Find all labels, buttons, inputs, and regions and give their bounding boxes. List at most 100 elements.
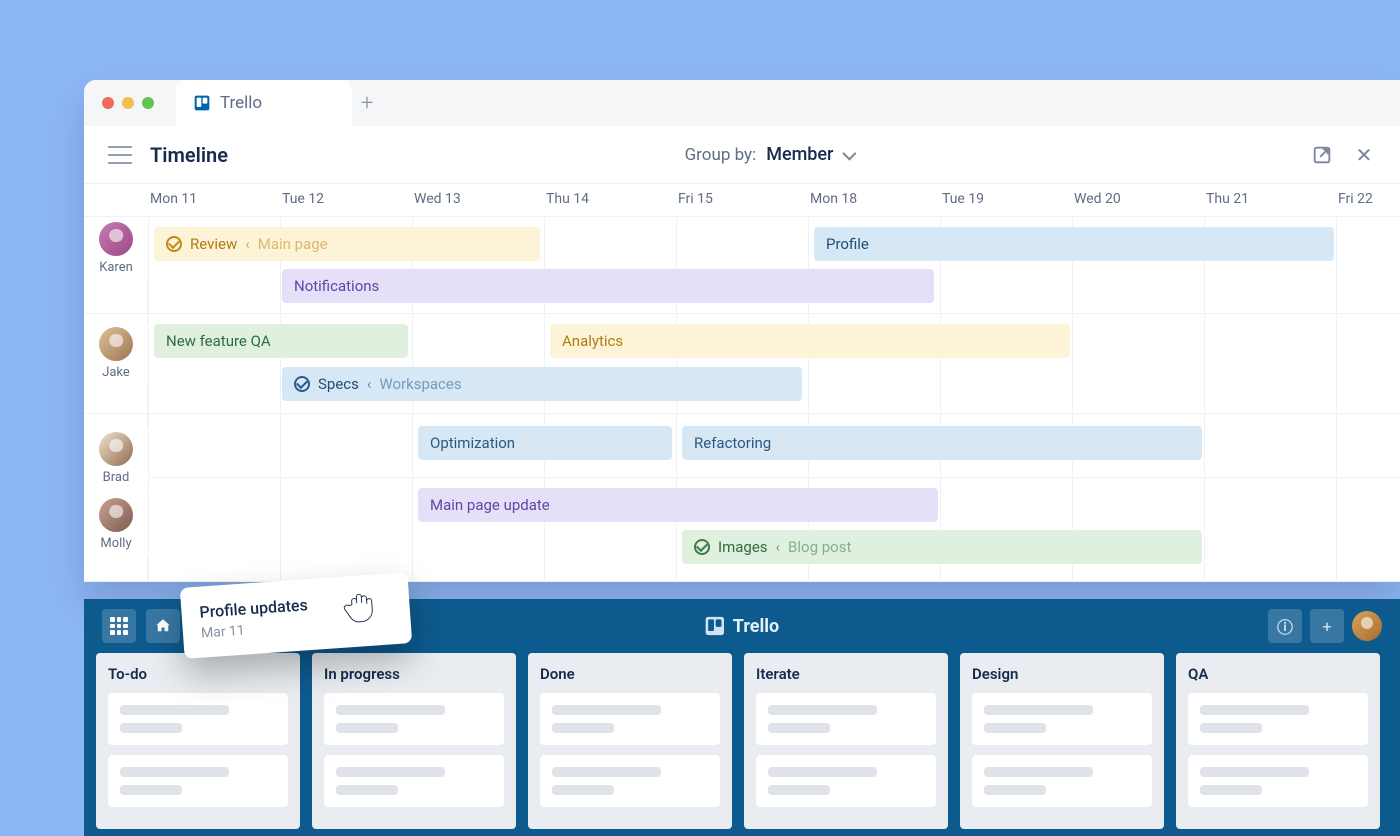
task-title: Analytics <box>562 332 623 350</box>
list-card[interactable] <box>1188 755 1368 807</box>
check-icon <box>694 539 710 555</box>
new-tab-button[interactable]: + <box>352 80 382 126</box>
list-title: QA <box>1188 665 1368 683</box>
avatar-karen <box>99 222 133 256</box>
avatar-molly <box>99 498 133 532</box>
timeline-row: Review ‹ Main page Profile <box>84 216 1400 265</box>
task-bar-new-feature-qa[interactable]: New feature QA <box>154 324 408 358</box>
list-title: To-do <box>108 665 288 683</box>
board-logo-text: Trello <box>733 616 779 637</box>
date-header: Thu 21 <box>1204 191 1336 207</box>
window-zoom-button[interactable] <box>142 97 154 109</box>
apps-button[interactable] <box>102 609 136 643</box>
list-card[interactable] <box>540 693 720 745</box>
board-list-iterate[interactable]: Iterate <box>744 653 948 829</box>
board-list-todo[interactable]: To-do <box>96 653 300 829</box>
avatar-jake <box>99 327 133 361</box>
window-controls <box>102 97 154 109</box>
chevron-left-icon: ‹ <box>245 235 250 253</box>
group-by-label: Group by: <box>685 145 757 165</box>
list-card[interactable] <box>108 693 288 745</box>
timeline-row: New feature QA Analytics <box>84 313 1400 363</box>
list-title: Iterate <box>756 665 936 683</box>
close-panel-button[interactable]: ✕ <box>1352 143 1376 167</box>
task-title: Refactoring <box>694 434 771 452</box>
date-header: Thu 14 <box>544 191 676 207</box>
list-card[interactable] <box>108 755 288 807</box>
browser-window: Trello + Timeline Group by: Member ✕ Mon… <box>84 80 1400 582</box>
list-card[interactable] <box>756 693 936 745</box>
list-title: Done <box>540 665 720 683</box>
list-card[interactable] <box>972 693 1152 745</box>
timeline-row: Notifications <box>84 265 1400 313</box>
list-card[interactable] <box>972 755 1152 807</box>
chevron-left-icon: ‹ <box>776 538 781 556</box>
member-name: Jake <box>84 365 148 380</box>
board-list-design[interactable]: Design <box>960 653 1164 829</box>
timeline-row: Images ‹ Blog post <box>84 526 1400 582</box>
task-bar-refactoring[interactable]: Refactoring <box>682 426 1202 460</box>
date-header: Mon 18 <box>808 191 940 207</box>
date-header: Wed 20 <box>1072 191 1204 207</box>
member-name: Karen <box>84 260 148 275</box>
task-title: Main page update <box>430 496 550 514</box>
browser-tab-trello[interactable]: Trello <box>176 80 352 126</box>
member-molly: Molly <box>84 494 148 557</box>
list-title: In progress <box>324 665 504 683</box>
timeline-row: Optimization Refactoring <box>84 413 1400 477</box>
trello-icon <box>705 616 725 636</box>
page-toolbar: Timeline Group by: Member ✕ <box>84 126 1400 184</box>
task-title: Optimization <box>430 434 515 452</box>
timeline-row: Main page update <box>84 477 1400 526</box>
grab-cursor-icon <box>338 584 381 627</box>
group-by-selector[interactable]: Group by: Member <box>685 144 854 165</box>
window-close-button[interactable] <box>102 97 114 109</box>
task-bar-specs[interactable]: Specs ‹ Workspaces <box>282 367 802 401</box>
info-button[interactable]: ⓘ <box>1268 609 1302 643</box>
task-bar-optimization[interactable]: Optimization <box>418 426 672 460</box>
member-brad: Brad <box>84 428 148 491</box>
chevron-down-icon <box>843 146 857 160</box>
task-bar-profile[interactable]: Profile <box>814 227 1334 261</box>
board-list-qa[interactable]: QA <box>1176 653 1380 829</box>
trello-logo: Trello <box>705 616 779 637</box>
board-list-done[interactable]: Done <box>528 653 732 829</box>
window-minimize-button[interactable] <box>122 97 134 109</box>
list-card[interactable] <box>1188 693 1368 745</box>
check-icon <box>294 376 310 392</box>
task-bar-main-page-update[interactable]: Main page update <box>418 488 938 522</box>
home-button[interactable] <box>146 609 180 643</box>
list-card[interactable] <box>324 755 504 807</box>
open-external-button[interactable] <box>1310 143 1334 167</box>
avatar-brad <box>99 432 133 466</box>
list-card[interactable] <box>324 693 504 745</box>
date-header: Fri 22 <box>1336 191 1400 207</box>
member-name: Molly <box>84 536 148 551</box>
task-title: New feature QA <box>166 332 271 350</box>
task-bar-notifications[interactable]: Notifications <box>282 269 934 303</box>
timeline-row: Specs ‹ Workspaces <box>84 363 1400 413</box>
browser-tab-bar: Trello + <box>84 80 1400 126</box>
date-header-row: Mon 11 Tue 12 Wed 13 Thu 14 Fri 15 Mon 1… <box>84 184 1400 216</box>
task-bar-review[interactable]: Review ‹ Main page <box>154 227 540 261</box>
task-title: Review <box>190 235 237 253</box>
date-header: Wed 13 <box>412 191 544 207</box>
check-icon <box>166 236 182 252</box>
task-subtext: Main page <box>258 235 328 253</box>
add-button[interactable]: + <box>1310 609 1344 643</box>
list-card[interactable] <box>756 755 936 807</box>
task-title: Specs <box>318 375 359 393</box>
member-name: Brad <box>84 470 148 485</box>
task-title: Images <box>718 538 768 556</box>
board-list-in-progress[interactable]: In progress <box>312 653 516 829</box>
date-header: Tue 19 <box>940 191 1072 207</box>
member-jake: Jake <box>84 323 148 386</box>
chevron-left-icon: ‹ <box>367 375 372 393</box>
user-avatar[interactable] <box>1352 611 1382 641</box>
board-lists: To-do In progress Done Iterate Design <box>84 653 1400 829</box>
task-bar-analytics[interactable]: Analytics <box>550 324 1070 358</box>
page-title: Timeline <box>150 143 228 167</box>
list-card[interactable] <box>540 755 720 807</box>
task-bar-images[interactable]: Images ‹ Blog post <box>682 530 1202 564</box>
menu-icon[interactable] <box>108 146 132 164</box>
